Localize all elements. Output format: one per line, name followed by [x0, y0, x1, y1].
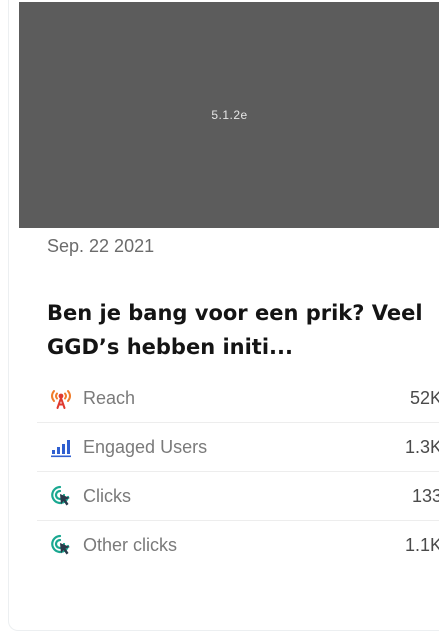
metric-value: 133 [411, 485, 439, 506]
bar-chart-icon [47, 433, 75, 461]
cursor-click-icon [47, 531, 75, 559]
metric-row-engaged-users: Engaged Users 1.3K [37, 423, 439, 472]
metric-value: 52K [409, 387, 439, 408]
metric-label: Reach [83, 387, 136, 408]
metric-label: Other clicks [83, 534, 178, 555]
metric-row-other-clicks: Other clicks 1.1K [37, 521, 439, 569]
metric-label: Clicks [83, 485, 131, 506]
thumbnail-label: 5.1.2e [211, 108, 248, 122]
post-date: Sep. 22 2021 [47, 236, 155, 256]
broadcast-tower-icon [47, 384, 75, 412]
post-card[interactable]: 5.1.2e Sep. 22 2021 Ben je bang voor een… [8, 0, 439, 631]
post-thumbnail[interactable]: 5.1.2e [19, 2, 439, 228]
metrics-list: Reach 52K Engaged Users 1.3K Clicks 133 … [37, 374, 439, 569]
cursor-click-icon [47, 482, 75, 510]
metric-value: 1.3K [404, 436, 439, 457]
metric-label: Engaged Users [83, 436, 208, 457]
post-title: Ben je bang voor een prik? Veel GGD’s he… [47, 301, 423, 359]
metric-row-reach: Reach 52K [37, 374, 439, 423]
metric-row-clicks: Clicks 133 [37, 472, 439, 521]
metric-value: 1.1K [404, 534, 439, 555]
